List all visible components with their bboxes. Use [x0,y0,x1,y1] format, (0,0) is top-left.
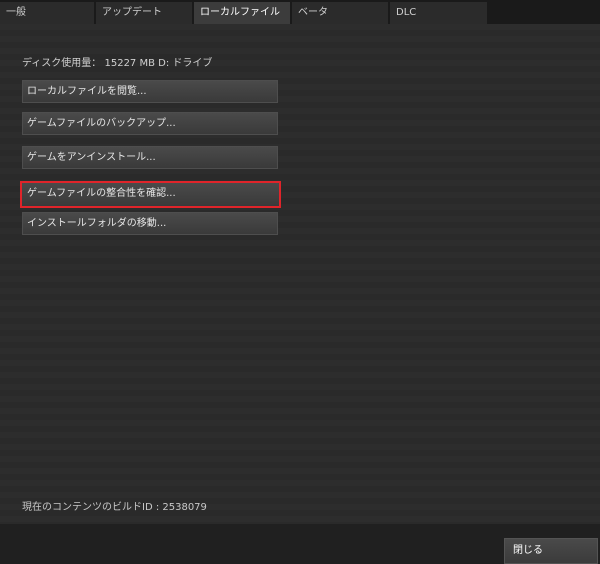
local-files-panel: ディスク使用量： 15227 MB D: ドライブ ローカルファイルを閲覧...… [0,24,600,524]
tab-updates[interactable]: アップデート [96,2,193,24]
uninstall-game-button[interactable]: ゲームをアンインストール... [22,146,278,169]
disk-usage-text: ディスク使用量： 15227 MB D: ドライブ [22,58,213,69]
game-properties-window: 一般 アップデート ローカルファイル ベータ DLC ディスク使用量： 1522… [0,0,600,564]
footer: 閉じる [0,524,600,564]
close-button[interactable]: 閉じる [504,538,598,564]
tab-local-files[interactable]: ローカルファイル [194,2,291,24]
build-id-text: 現在のコンテンツのビルドID : 2538079 [22,502,207,513]
tab-bar: 一般 アップデート ローカルファイル ベータ DLC [0,0,600,24]
tab-dlc[interactable]: DLC [390,2,488,24]
verify-integrity-button[interactable]: ゲームファイルの整合性を確認... [20,181,281,208]
tab-beta[interactable]: ベータ [292,2,389,24]
tab-general[interactable]: 一般 [0,2,95,24]
backup-game-files-button[interactable]: ゲームファイルのバックアップ... [22,112,278,135]
move-install-folder-button[interactable]: インストールフォルダの移動... [22,212,278,235]
browse-local-files-button[interactable]: ローカルファイルを閲覧... [22,80,278,103]
